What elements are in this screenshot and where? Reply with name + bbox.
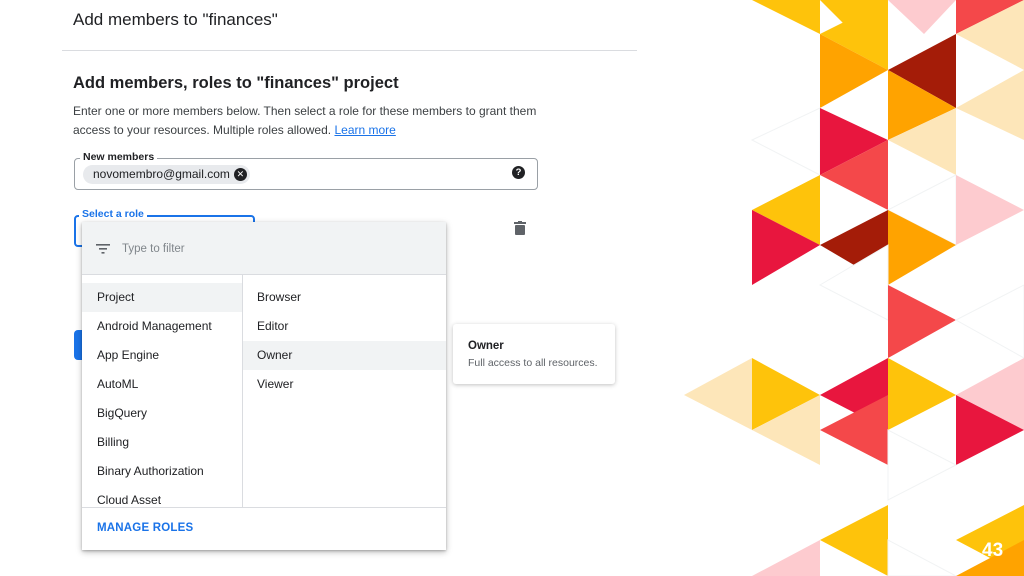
decorative-triangle-pattern [684,0,1024,576]
slide-number: 43 [982,540,1004,561]
